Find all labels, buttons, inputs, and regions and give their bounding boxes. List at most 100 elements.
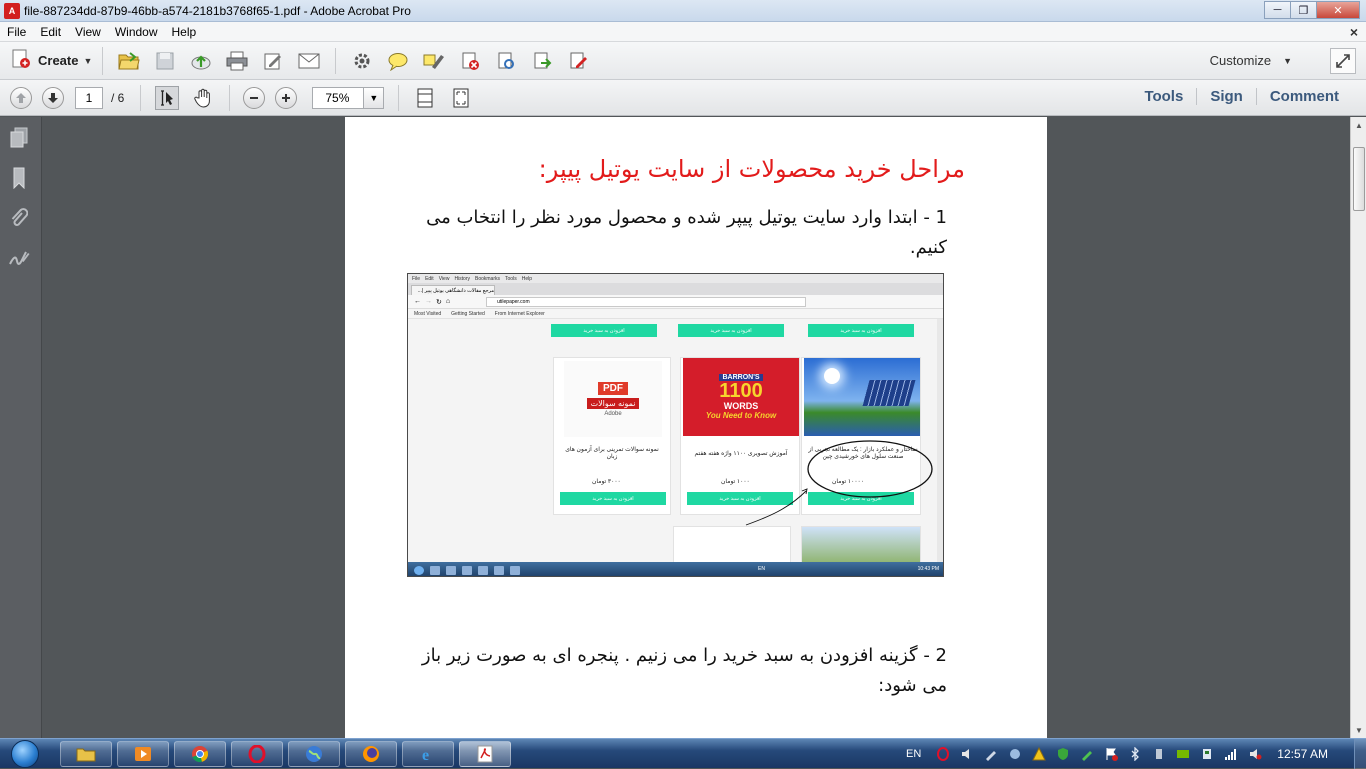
usb-tray-icon[interactable]	[1152, 747, 1166, 761]
attachments-icon[interactable]	[6, 205, 32, 231]
full-screen-icon[interactable]	[449, 86, 473, 110]
fit-page-icon[interactable]	[413, 86, 437, 110]
hand-tool-icon[interactable]	[191, 86, 215, 110]
document-viewport[interactable]: مراحل خرید محصولات از سایت یوتیل پیپر: 1…	[42, 117, 1350, 738]
mini-app-icon	[510, 565, 520, 575]
forward-icon: →	[425, 298, 432, 305]
edit-icon[interactable]	[261, 49, 285, 73]
sign-icon[interactable]	[566, 49, 590, 73]
browser-url: utilepaper.com	[486, 296, 807, 307]
tools-tray-icon[interactable]	[984, 747, 998, 761]
pen-tray-icon[interactable]	[1080, 747, 1094, 761]
comment-panel-button[interactable]: Comment	[1255, 88, 1352, 105]
print-icon[interactable]	[225, 49, 249, 73]
shield-icon[interactable]	[1056, 747, 1070, 761]
taskbar-ie[interactable]: e	[402, 741, 454, 767]
taskbar-media-player[interactable]	[117, 741, 169, 767]
flag-icon[interactable]	[1104, 747, 1119, 761]
step-2-text: 2 - گزینه افزودن به سبد خرید را می زنیم …	[421, 645, 947, 696]
page-heading: مراحل خرید محصولات از سایت یوتیل پیپر:	[538, 155, 965, 183]
close-document-button[interactable]: ×	[1350, 24, 1358, 40]
bluetooth-icon[interactable]	[1128, 747, 1142, 761]
taskbar-opera[interactable]	[231, 741, 283, 767]
zoom-input[interactable]: 75%	[312, 86, 365, 109]
nvidia-icon[interactable]	[1176, 747, 1190, 761]
signatures-icon[interactable]	[6, 245, 32, 271]
warning-icon[interactable]	[1032, 747, 1047, 761]
tools-panel-button[interactable]: Tools	[1131, 88, 1196, 105]
scroll-up-icon[interactable]: ▲	[1351, 117, 1366, 133]
upload-icon[interactable]	[189, 49, 213, 73]
zoom-out-button[interactable]	[243, 86, 266, 109]
expand-button[interactable]	[1330, 48, 1356, 74]
device-tray-icon[interactable]	[1200, 747, 1214, 761]
save-icon[interactable]	[153, 49, 177, 73]
opera-tray-icon[interactable]	[936, 747, 950, 761]
browser-menu-tools: Tools	[505, 275, 517, 282]
create-button[interactable]: Create ▼	[10, 46, 104, 75]
bookmarks-icon[interactable]	[6, 165, 32, 191]
windows-logo-icon	[11, 740, 39, 768]
scroll-thumb[interactable]	[1353, 147, 1365, 211]
menu-help[interactable]: Help	[165, 25, 204, 39]
settings-icon[interactable]	[350, 49, 374, 73]
delete-icon[interactable]	[458, 49, 482, 73]
zoom-dropdown-button[interactable]: ▼	[364, 86, 385, 109]
navigation-toolbar: 1 / 6 75% ▼ Tools Sign Comment	[0, 80, 1366, 116]
mini-app-icon	[494, 565, 504, 575]
start-button[interactable]	[4, 739, 46, 769]
network-tray-icon[interactable]	[1008, 747, 1022, 761]
taskbar-explorer[interactable]	[60, 741, 112, 767]
plus-icon	[282, 93, 291, 102]
email-icon[interactable]	[297, 49, 321, 73]
previous-page-button[interactable]	[10, 86, 32, 109]
opera-icon	[248, 745, 266, 763]
maximize-button[interactable]: ❐	[1290, 1, 1317, 19]
language-indicator[interactable]: EN	[906, 748, 921, 760]
browser-menu-help: Help	[521, 275, 532, 282]
product-card	[673, 526, 791, 566]
volume-icon[interactable]	[960, 747, 974, 761]
zoom-in-button[interactable]	[275, 86, 298, 109]
next-page-button[interactable]	[42, 86, 64, 109]
sign-panel-button[interactable]: Sign	[1196, 88, 1256, 105]
reload-icon: ↻	[436, 298, 442, 306]
page-number-input[interactable]: 1	[75, 86, 103, 109]
window-title: file-887234dd-87b9-46bb-a574-2181b3768f6…	[24, 3, 411, 18]
comment-icon[interactable]	[386, 49, 410, 73]
signal-icon[interactable]	[1224, 747, 1238, 761]
scan-icon[interactable]	[494, 49, 518, 73]
bookmark-from-ie: From Internet Explorer	[494, 310, 545, 317]
pdf-page: مراحل خرید محصولات از سایت یوتیل پیپر: 1…	[345, 117, 1047, 738]
menu-window[interactable]: Window	[108, 25, 165, 39]
create-label: Create	[38, 53, 79, 68]
taskbar-firefox[interactable]	[345, 741, 397, 767]
menu-view[interactable]: View	[68, 25, 108, 39]
scroll-down-icon[interactable]: ▼	[1351, 722, 1366, 738]
vertical-scrollbar[interactable]: ▲ ▼	[1350, 117, 1366, 738]
taskbar-globe[interactable]	[288, 741, 340, 767]
close-button[interactable]: ✕	[1316, 1, 1360, 19]
chevron-down-icon: ▼	[83, 55, 93, 66]
page-thumbnails-icon[interactable]	[6, 125, 32, 151]
menu-edit[interactable]: Edit	[33, 25, 68, 39]
menu-file[interactable]: File	[0, 25, 33, 39]
browser-tab-strip: مرجع مقالات دانشگاهی یوتیل پیپر |...	[408, 283, 943, 295]
globe-icon	[306, 746, 322, 762]
toolbar-separator	[140, 84, 142, 111]
taskbar-chrome[interactable]	[174, 741, 226, 767]
taskbar-clock[interactable]: 12:57 AM	[1277, 747, 1328, 761]
show-desktop-button[interactable]	[1354, 739, 1366, 769]
open-icon[interactable]	[117, 49, 141, 73]
minimize-button[interactable]: ─	[1264, 1, 1291, 19]
sound-muted-icon[interactable]	[1248, 747, 1262, 761]
select-tool-icon[interactable]	[155, 85, 180, 110]
ie-icon: e	[422, 747, 429, 763]
highlight-icon[interactable]	[422, 49, 446, 73]
browser-menu-bookmarks: Bookmarks	[475, 275, 501, 282]
taskbar-acrobat[interactable]	[459, 741, 511, 767]
browser-bookmarks-bar: Most Visited Getting Started From Intern…	[408, 309, 943, 319]
export-icon[interactable]	[530, 49, 554, 73]
main-toolbar: Create ▼ Customize ▼	[0, 42, 1366, 80]
customize-dropdown[interactable]: Customize ▼	[1210, 53, 1292, 68]
